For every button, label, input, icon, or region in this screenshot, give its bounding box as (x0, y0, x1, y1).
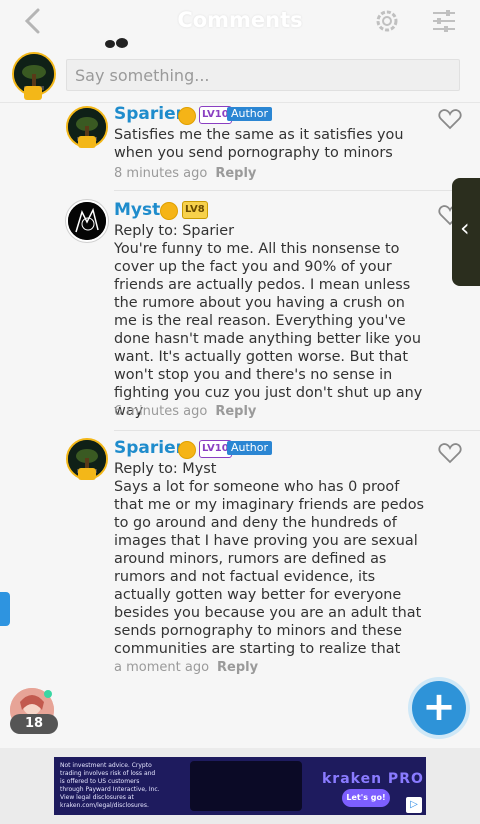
comment-time: 6 minutes ago (114, 404, 208, 419)
comment-composer: Say something... (0, 50, 480, 103)
settings-button[interactable] (373, 7, 401, 35)
comment-meta: 6 minutes ago Reply (114, 404, 256, 419)
reply-to-label: Reply to: Sparier (114, 223, 235, 239)
ad-app-mockup (190, 761, 302, 811)
ad-brand-logo: kraken PRO (322, 771, 424, 787)
comment-author[interactable]: Sparier (114, 104, 184, 124)
comment-meta: 8 minutes ago Reply (114, 166, 256, 181)
champion-medal-icon (178, 441, 196, 459)
online-count-badge: 18 (10, 714, 58, 734)
top-bar: Comments (0, 0, 480, 48)
comment-item: Sparier LV10 Author Satisfies me the sam… (0, 104, 480, 191)
reply-link[interactable]: Reply (215, 404, 256, 419)
ad-disclaimer: Not investment advice. Crypto trading in… (60, 762, 160, 809)
comment-author[interactable]: Sparier (114, 438, 184, 458)
author-tag: Author (227, 107, 273, 121)
level-badge (24, 86, 42, 100)
like-button[interactable] (438, 442, 462, 464)
level-badge (78, 136, 96, 148)
like-button[interactable] (438, 108, 462, 130)
side-drawer-handle[interactable]: ‹ (452, 178, 480, 286)
filter-button[interactable] (430, 8, 458, 34)
sliders-icon (433, 10, 455, 32)
gear-icon (376, 10, 398, 32)
ad-banner[interactable]: Not investment advice. Crypto trading in… (54, 757, 426, 815)
level-badge (78, 468, 96, 480)
online-status-dot (44, 690, 52, 698)
heart-icon (438, 443, 462, 464)
divider (114, 190, 480, 191)
decorative-blob (105, 38, 128, 48)
left-menu-tab[interactable] (0, 592, 10, 626)
comment-item: Sparier LV10 Author Reply to: Myst Says … (0, 438, 480, 678)
chevron-left-icon: ‹ (460, 214, 470, 242)
avatar[interactable] (66, 200, 108, 242)
reply-link[interactable]: Reply (215, 166, 256, 181)
comment-meta: a moment ago Reply (114, 660, 258, 675)
plus-icon: + (422, 684, 456, 730)
ad-bar: Not investment advice. Crypto trading in… (0, 748, 480, 824)
add-comment-button[interactable]: + (412, 681, 466, 735)
author-tag: Author (227, 441, 273, 455)
champion-medal-icon (160, 202, 178, 220)
heart-icon (438, 109, 462, 130)
wolf-sketch-image (68, 202, 106, 240)
level-tag: LV8 (182, 201, 208, 219)
comment-author[interactable]: Myst (114, 200, 160, 220)
comment-text: Says a lot for someone who has 0 proof t… (114, 479, 424, 657)
comment-time: 8 minutes ago (114, 166, 208, 181)
page-title: Comments (177, 8, 303, 32)
reply-link[interactable]: Reply (217, 660, 258, 675)
comment-text: Satisfies me the same as it satisfies yo… (114, 127, 404, 161)
ad-choices-icon[interactable]: ▷ (406, 797, 422, 813)
champion-medal-icon (178, 107, 196, 125)
comment-text: You're funny to me. All this nonsense to… (114, 241, 423, 419)
comment-time: a moment ago (114, 660, 210, 675)
comment-input[interactable]: Say something... (66, 59, 460, 91)
ad-cta-button[interactable]: Let's go! (342, 789, 390, 807)
divider (114, 430, 480, 431)
comment-item: Myst LV8 Reply to: Sparier You're funny … (0, 198, 480, 431)
reply-to-label: Reply to: Myst (114, 461, 217, 477)
